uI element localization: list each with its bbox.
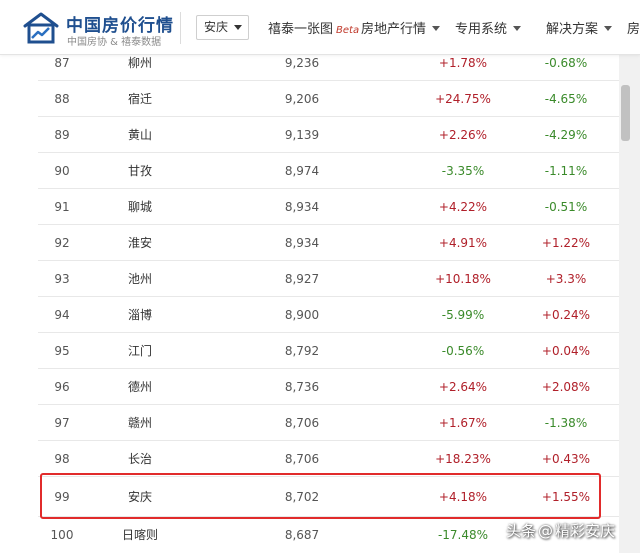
change-cell: +2.26%	[438, 128, 488, 142]
price-cell: 8,900	[284, 308, 320, 322]
city-cell[interactable]: 淄博	[110, 297, 170, 333]
rank-cell: 97	[54, 416, 70, 430]
change-cell: -4.29%	[544, 128, 588, 142]
city-cell[interactable]: 德州	[110, 369, 170, 405]
nav-item-systems[interactable]: 专用系统	[455, 18, 522, 37]
table-row[interactable]: 93 池州 8,927 +10.18% +3.3%	[38, 261, 619, 297]
beta-badge: Beta	[336, 25, 360, 36]
change-cell: +3.3%	[545, 272, 587, 286]
chevron-down-icon	[432, 26, 441, 31]
rank-cell: 91	[54, 200, 70, 214]
rank-cell: 94	[54, 308, 70, 322]
watermark-name: 精彩安庆	[555, 522, 616, 540]
price-cell: 8,687	[284, 528, 320, 542]
city-select[interactable]: 安庆	[196, 15, 249, 40]
table-row[interactable]: 98 长治 8,706 +18.23% +0.43%	[38, 441, 619, 477]
change-cell: +18.23%	[435, 452, 491, 466]
price-cell: 9,206	[284, 92, 320, 106]
price-cell: 9,139	[284, 128, 320, 142]
city-cell[interactable]: 宿迁	[110, 81, 170, 117]
city-cell[interactable]: 聊城	[110, 189, 170, 225]
rank-cell: 88	[54, 92, 70, 106]
change-cell: +24.75%	[435, 92, 491, 106]
header-divider	[180, 12, 181, 44]
change-cell: +1.22%	[541, 236, 591, 250]
scrollbar-thumb[interactable]	[621, 85, 630, 141]
city-select-value: 安庆	[204, 20, 229, 34]
nav-item-label: 专用系统	[455, 22, 508, 37]
change-cell: -0.51%	[544, 200, 588, 214]
change-cell: -3.35%	[441, 164, 485, 178]
table-row[interactable]: 94 淄博 8,900 -5.99% +0.24%	[38, 297, 619, 333]
change-cell: +0.24%	[541, 308, 591, 322]
change-cell: -5.99%	[441, 308, 485, 322]
city-cell[interactable]: 池州	[110, 261, 170, 297]
nav-item-label: 房	[627, 22, 640, 37]
rank-cell: 98	[54, 452, 70, 466]
chevron-down-icon	[604, 26, 613, 31]
at-sign: @	[538, 522, 554, 540]
watermark: 头条 @ 精彩安庆	[506, 520, 615, 541]
price-cell: 8,927	[284, 272, 320, 286]
change-cell: -1.11%	[544, 164, 588, 178]
nav-item-label: 解决方案	[546, 22, 599, 37]
highlight-box	[40, 473, 601, 519]
rank-cell: 90	[54, 164, 70, 178]
house-chart-logo-icon[interactable]	[22, 11, 60, 45]
table-row[interactable]: 96 德州 8,736 +2.64% +2.08%	[38, 369, 619, 405]
rank-cell: 93	[54, 272, 70, 286]
nav-item-label: 禧泰一张图	[268, 22, 334, 37]
change-cell: +2.64%	[438, 380, 488, 394]
city-cell[interactable]: 江门	[110, 333, 170, 369]
change-cell: +0.43%	[541, 452, 591, 466]
watermark-prefix: 头条	[506, 522, 537, 540]
price-cell: 8,706	[284, 416, 320, 430]
table-row[interactable]: 90 甘孜 8,974 -3.35% -1.11%	[38, 153, 619, 189]
change-cell: +1.67%	[438, 416, 488, 430]
nav-item-more[interactable]: 房	[627, 18, 640, 37]
price-cell: 8,974	[284, 164, 320, 178]
city-cell[interactable]: 黄山	[110, 117, 170, 153]
rank-cell: 89	[54, 128, 70, 142]
change-cell: -17.48%	[437, 528, 489, 542]
chevron-down-icon	[234, 25, 242, 30]
city-cell[interactable]: 长治	[110, 441, 170, 477]
rank-cell: 96	[54, 380, 70, 394]
change-cell: +4.22%	[438, 200, 488, 214]
city-cell[interactable]: 赣州	[110, 405, 170, 441]
table-row[interactable]: 92 淮安 8,934 +4.91% +1.22%	[38, 225, 619, 261]
change-cell: -0.56%	[441, 344, 485, 358]
city-cell[interactable]: 日喀则	[110, 517, 170, 553]
nav-item-market[interactable]: 房地产行情	[361, 18, 441, 37]
price-cell: 8,736	[284, 380, 320, 394]
price-cell: 8,792	[284, 344, 320, 358]
nav-item-label: 房地产行情	[361, 22, 427, 37]
table-row[interactable]: 91 聊城 8,934 +4.22% -0.51%	[38, 189, 619, 225]
rank-cell: 92	[54, 236, 70, 250]
change-cell: +10.18%	[435, 272, 491, 286]
rank-cell: 95	[54, 344, 70, 358]
city-cell[interactable]: 淮安	[110, 225, 170, 261]
city-cell[interactable]: 甘孜	[110, 153, 170, 189]
rank-cell: 100	[50, 528, 74, 542]
price-cell: 8,934	[284, 236, 320, 250]
nav-item-map[interactable]: 禧泰一张图 Beta	[268, 18, 359, 37]
change-cell: -1.38%	[544, 416, 588, 430]
table-row[interactable]: 88 宿迁 9,206 +24.75% -4.65%	[38, 81, 619, 117]
price-cell: 8,706	[284, 452, 320, 466]
change-cell: +2.08%	[541, 380, 591, 394]
brand-subtitle: 中国房协 & 禧泰数据	[67, 37, 162, 48]
change-cell: +0.04%	[541, 344, 591, 358]
top-header: 中国房价行情 中国房协 & 禧泰数据 安庆 禧泰一张图 Beta 房地产行情 专用…	[0, 0, 640, 55]
change-cell: +4.91%	[438, 236, 488, 250]
change-cell: -4.65%	[544, 92, 588, 106]
price-cell: 8,934	[284, 200, 320, 214]
table-row[interactable]: 89 黄山 9,139 +2.26% -4.29%	[38, 117, 619, 153]
chevron-down-icon	[513, 26, 522, 31]
table-row[interactable]: 95 江门 8,792 -0.56% +0.04%	[38, 333, 619, 369]
nav-item-solutions[interactable]: 解决方案	[546, 18, 613, 37]
table-row[interactable]: 97 赣州 8,706 +1.67% -1.38%	[38, 405, 619, 441]
